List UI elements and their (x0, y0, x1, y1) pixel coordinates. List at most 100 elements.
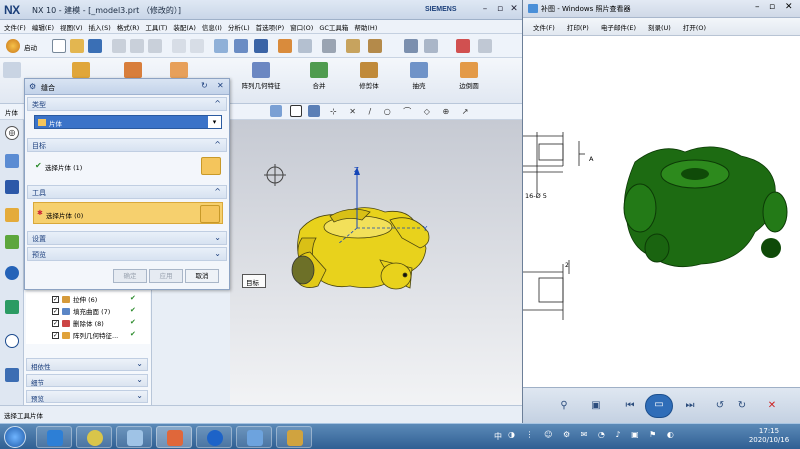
copy-icon[interactable] (130, 39, 144, 53)
delete-icon[interactable]: ✕ (761, 396, 783, 416)
open-folder-icon[interactable] (70, 39, 84, 53)
measure-icon[interactable] (346, 39, 360, 53)
maximize-icon[interactable]: ▫ (769, 2, 775, 12)
menu-edit[interactable]: 编辑(E) (32, 22, 54, 32)
shell-button[interactable]: 抽壳 (396, 62, 442, 90)
taskbar-paint[interactable] (36, 426, 72, 448)
pv-menu-file[interactable]: 文件(F) (533, 22, 555, 32)
start-icon[interactable] (6, 39, 20, 53)
close-icon[interactable]: ✕ (785, 2, 793, 12)
tray-icons[interactable]: ◑ ⋮ ☺ ⚙ ✉ ◔ ♪ ▣ ⚑ ◐ (508, 430, 678, 439)
tool-icon[interactable] (368, 39, 382, 53)
previous-icon[interactable]: ⏮ (619, 396, 641, 416)
web-browser-icon[interactable] (5, 266, 19, 280)
trim-body-button[interactable]: 修剪体 (346, 62, 392, 90)
analysis-icon[interactable] (456, 39, 470, 53)
save-icon[interactable] (88, 39, 102, 53)
start-orb-icon[interactable] (4, 426, 26, 448)
taskbar-media[interactable] (196, 426, 232, 448)
reuse-library-icon[interactable] (5, 235, 19, 249)
fit-window-icon[interactable]: ▣ (585, 396, 607, 416)
snap-point-icons[interactable]: ⊹ ✕ / ○ ⌒ ◇ ⊕ ↗ (330, 106, 473, 117)
unite-button[interactable]: 合并 (296, 62, 342, 90)
filter-value[interactable]: 片体 (5, 107, 18, 117)
roles-icon[interactable]: ◎ (5, 126, 19, 140)
shaded-view-icon[interactable] (254, 39, 268, 53)
taskbar-nx[interactable] (156, 426, 192, 448)
preview-section[interactable]: 预览 ⌄ (26, 390, 148, 403)
select-sheet-button[interactable] (200, 205, 220, 223)
settings-section-header[interactable]: 设置 ⌄ (27, 231, 227, 245)
pattern-feature-button[interactable]: 阵列几何特征 (238, 62, 284, 90)
menu-window[interactable]: 窗口(O) (290, 22, 313, 32)
tool-section-header[interactable]: 工具 ^ (27, 185, 227, 199)
type-section-header[interactable]: 类型 ^ (27, 97, 227, 111)
cube-select-icon[interactable] (308, 105, 320, 117)
maximize-icon[interactable]: ▫ (494, 3, 506, 15)
target-section-header[interactable]: 目标 ^ (27, 138, 227, 152)
new-file-icon[interactable] (52, 39, 66, 53)
menu-preferences[interactable]: 首选项(P) (256, 22, 285, 32)
start-button-label[interactable]: 启动 (24, 42, 37, 52)
assembly-nav-icon[interactable] (5, 154, 19, 168)
cut-icon[interactable] (112, 39, 126, 53)
taskbar-photos[interactable] (236, 426, 272, 448)
view-icon[interactable] (214, 39, 228, 53)
window-icon[interactable] (424, 39, 438, 53)
menu-view[interactable]: 视图(V) (60, 22, 83, 32)
taskbar-explorer[interactable] (116, 426, 152, 448)
system-materials-icon[interactable] (5, 368, 19, 382)
tool-select-row[interactable]: ✱ 选择片体 (0) (33, 202, 223, 224)
menu-insert[interactable]: 插入(S) (89, 22, 111, 32)
rotate-right-icon[interactable]: ↻ (731, 396, 753, 416)
sketch-button[interactable] (2, 62, 22, 80)
rotate-left-icon[interactable]: ↺ (709, 396, 731, 416)
cube-icon[interactable] (234, 39, 248, 53)
clock-icon[interactable] (5, 334, 19, 348)
select-box-icon[interactable] (290, 105, 302, 117)
target-select-row[interactable]: ✔ 选择片体 (1) (33, 155, 223, 177)
close-icon[interactable]: ✕ (217, 81, 224, 90)
minimize-icon[interactable]: – (479, 3, 491, 15)
select-sheet-button[interactable] (201, 157, 221, 175)
constraint-nav-icon[interactable] (5, 180, 19, 194)
dependencies-section[interactable]: 相依性 ⌄ (26, 358, 148, 371)
details-section[interactable]: 细节 ⌄ (26, 374, 148, 387)
zoom-icon[interactable]: ⚲ (553, 396, 575, 416)
pv-menu-open[interactable]: 打开(O) (683, 22, 706, 32)
checkbox[interactable]: ✓ (52, 319, 59, 327)
menu-assembly[interactable]: 装配(A) (173, 22, 196, 32)
tree-item-fill-surface[interactable]: ✓ 填充曲面 (7) (52, 306, 110, 316)
menu-tools[interactable]: 工具(T) (145, 22, 167, 32)
preview-section-header[interactable]: 预览 ⌄ (27, 247, 227, 261)
layer-icon[interactable] (298, 39, 312, 53)
menu-help[interactable]: 帮助(H) (354, 22, 377, 32)
slideshow-icon[interactable]: ▭ (645, 394, 673, 418)
menu-info[interactable]: 信息(I) (202, 22, 222, 32)
tree-item-delete-body[interactable]: ✓ 删除体 (8) (52, 318, 104, 328)
minimize-icon[interactable]: – (755, 2, 760, 12)
pv-menu-burn[interactable]: 刻录(U) (648, 22, 671, 32)
menu-format[interactable]: 格式(R) (117, 22, 140, 32)
ime-indicator[interactable]: 中 (494, 431, 502, 442)
menu-gc-toolkit[interactable]: GC工具箱 (319, 22, 348, 32)
close-icon[interactable]: ✕ (508, 3, 520, 15)
paste-icon[interactable] (148, 39, 162, 53)
snap-icon[interactable] (270, 105, 282, 117)
system-clock[interactable]: 17:15 2020/10/16 (740, 427, 798, 445)
pv-menu-email[interactable]: 电子邮件(E) (601, 22, 636, 32)
menu-analysis[interactable]: 分析(L) (228, 22, 250, 32)
reset-icon[interactable]: ↻ (201, 81, 208, 90)
tree-item-pattern[interactable]: ✓ 阵列几何特征... (52, 330, 118, 340)
next-icon[interactable]: ⏭ (679, 396, 701, 416)
ok-button[interactable]: 确定 (113, 269, 147, 283)
display-icon[interactable] (322, 39, 336, 53)
part-nav-icon[interactable] (5, 208, 19, 222)
undo-icon[interactable] (172, 39, 186, 53)
cancel-button[interactable]: 取消 (185, 269, 219, 283)
checkbox[interactable]: ✓ (52, 331, 59, 339)
taskbar-app[interactable] (76, 426, 112, 448)
menu-file[interactable]: 文件(F) (4, 22, 26, 32)
settings-icon[interactable] (478, 39, 492, 53)
history-icon[interactable] (5, 300, 19, 314)
